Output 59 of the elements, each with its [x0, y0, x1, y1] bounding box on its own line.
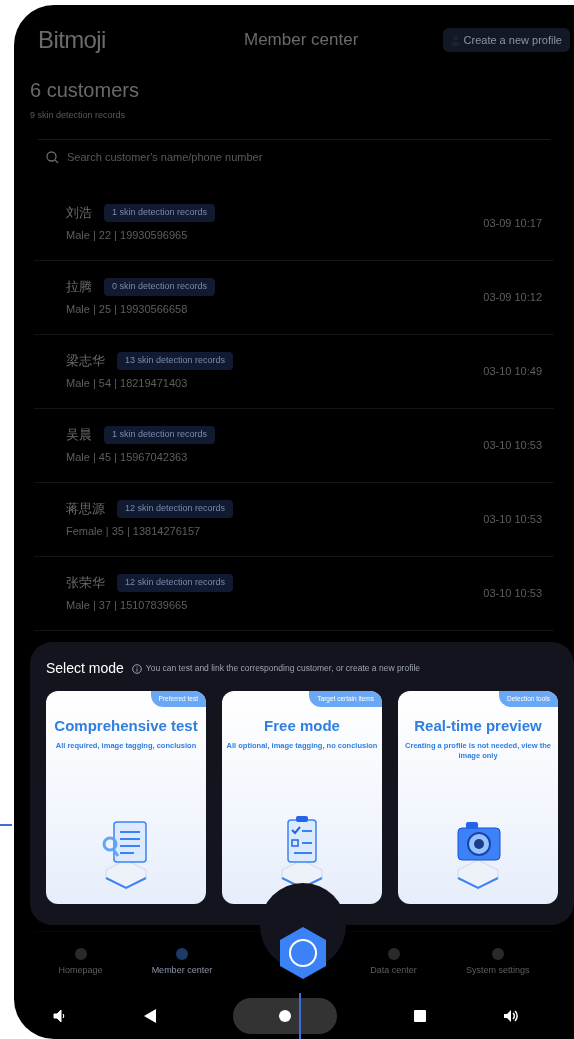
customer-row[interactable]: 张荣华 12 skin detection records Male | 37 | 15107839665 03-10 10:53	[34, 556, 554, 631]
customer-details: Male | 54 | 18219471403	[66, 375, 189, 391]
nav-icon	[175, 947, 188, 960]
records-tag: 1 skin detection records	[104, 204, 216, 222]
customer-row[interactable]: 刘浩 1 skin detection records Male | 22 | 19930596965 03-09 10:17	[34, 186, 554, 261]
nav-tab[interactable]: Homepage	[58, 947, 103, 978]
records-tag: 0 skin detection records	[104, 278, 216, 296]
panel-title: Select mode	[46, 659, 124, 678]
nav-tab[interactable]: System settings	[465, 947, 530, 978]
panel-hint: You can test and link the corresponding customer, or create a new profile	[145, 662, 421, 675]
back-icon[interactable]	[143, 1009, 156, 1023]
info-icon	[131, 663, 142, 674]
customer-details: Male | 45 | 15967042363	[66, 449, 189, 465]
search-field[interactable]: Search customer's name/phone number	[67, 148, 542, 166]
home-button[interactable]	[232, 998, 337, 1034]
records-tag: 12 skin detection records	[117, 500, 234, 518]
search-icon	[46, 150, 59, 164]
visit-time: 03-10 10:49	[483, 363, 542, 379]
nav-icon	[74, 947, 87, 960]
customer-row[interactable]: 吴晨 1 skin detection records Male | 45 | 15967042363 03-10 10:53	[34, 408, 554, 483]
records-tag: 13 skin detection records	[117, 352, 234, 370]
records-summary: 9 skin detection records	[30, 109, 127, 122]
guide-line	[299, 993, 301, 1039]
visit-time: 03-10 10:53	[483, 437, 542, 453]
create-profile-button[interactable]: Create a new profile	[442, 27, 570, 53]
nav-tab[interactable]: Data center	[370, 947, 417, 978]
records-tag: 12 skin detection records	[117, 574, 234, 592]
volume-up-icon[interactable]	[503, 1009, 520, 1023]
mode-title: Real-time preview	[414, 716, 542, 736]
capture-button[interactable]	[278, 926, 328, 980]
nav-tab[interactable]: Member center	[151, 947, 213, 978]
recents-icon[interactable]	[414, 1010, 427, 1022]
customer-count: 6 customers	[30, 78, 140, 103]
customer-row[interactable]: 梁志华 13 skin detection records Male | 54 | 18219471403 03-10 10:49	[34, 334, 554, 409]
customer-row[interactable]: 蒋思源 12 skin detection records Female | 35 | 13814276157 03-10 10:53	[34, 482, 554, 557]
nav-icon	[491, 947, 504, 960]
customer-name: 梁志华	[66, 352, 105, 370]
page-title: Member center	[244, 29, 359, 52]
customer-name: 蒋思源	[66, 500, 105, 518]
customer-details: Male | 37 | 15107839665	[66, 597, 189, 613]
customer-details: Female | 35 | 13814276157	[66, 523, 202, 539]
guide-line	[0, 824, 12, 826]
mode-title: Comprehensive test	[54, 716, 198, 736]
visit-time: 03-10 10:53	[483, 585, 542, 601]
customer-name: 刘浩	[66, 204, 92, 222]
visit-time: 03-09 10:17	[483, 215, 542, 231]
customer-name: 拉腾	[66, 278, 92, 296]
customer-details: Male | 22 | 19930596965	[66, 227, 189, 243]
nav-icon	[387, 947, 400, 960]
visit-time: 03-10 10:53	[483, 511, 542, 527]
app-logo: Bitmoji	[38, 25, 106, 55]
mode-title: Free mode	[264, 716, 340, 736]
volume-down-icon[interactable]	[52, 1009, 67, 1023]
customer-row[interactable]: 拉腾 0 skin detection records Male | 25 | 19930566658 03-09 10:12	[34, 260, 554, 335]
customer-name: 张荣华	[66, 574, 105, 592]
customer-details: Male | 25 | 19930566658	[66, 301, 189, 317]
customer-name: 吴晨	[66, 426, 92, 444]
visit-time: 03-09 10:12	[483, 289, 542, 305]
records-tag: 1 skin detection records	[104, 426, 216, 444]
